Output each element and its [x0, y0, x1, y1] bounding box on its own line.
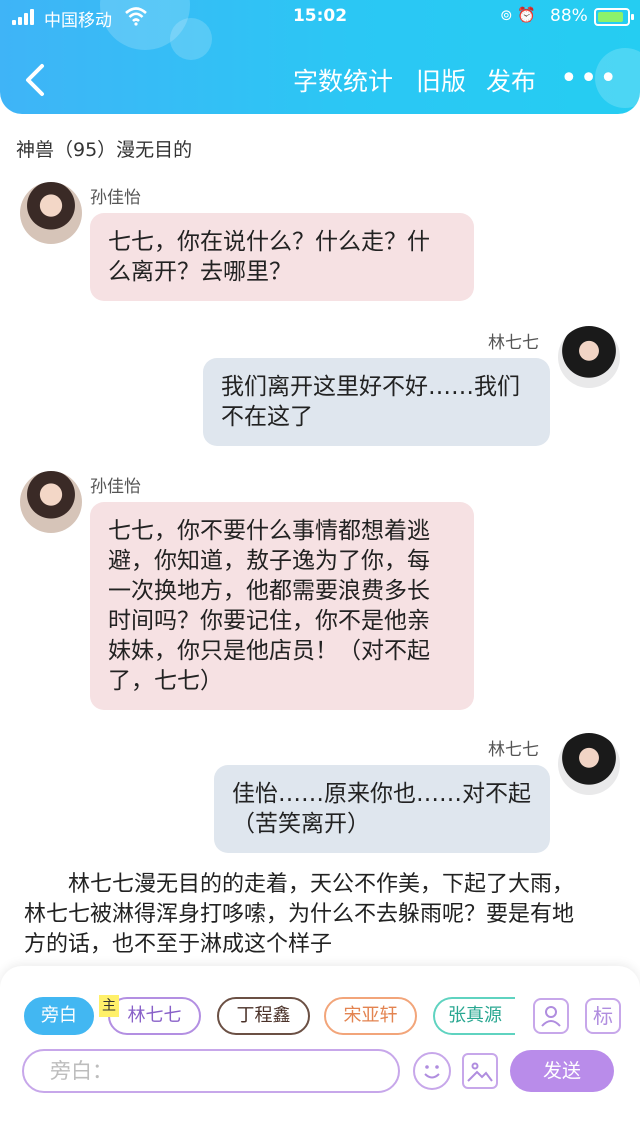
- person-icon: [541, 1006, 561, 1027]
- message-input[interactable]: 旁白：: [22, 1049, 400, 1093]
- message-line: 不在这了: [221, 404, 313, 430]
- chat-story-editor: 中国移动 15:02 ⊚ ⏰ 88% 字数统计 旧版 发布 ••• 神兽（95）…: [0, 0, 640, 1138]
- emoji-button[interactable]: [413, 1052, 451, 1090]
- message-bubble[interactable]: 我们离开这里好不好……我们 不在这了: [203, 358, 550, 446]
- role-chip-narrator[interactable]: 旁白: [24, 997, 94, 1035]
- battery-icon: [594, 8, 634, 26]
- message-line: 七七，你在说什么？什么走？什: [108, 229, 430, 255]
- message-line: 妹妹，你只是他店员！（对不起: [108, 638, 430, 664]
- sender-name: 孙佳怡: [90, 477, 141, 497]
- message-line: 七七，你不要什么事情都想着逃: [108, 518, 430, 544]
- message-line: 一次换地方，他都需要浪费多长: [108, 578, 430, 604]
- character-manage-button[interactable]: [533, 998, 569, 1034]
- message-line: 么离开？去哪里？: [108, 259, 292, 285]
- battery-percent: 88%: [550, 6, 588, 26]
- message-line: （苦笑离开）: [232, 811, 370, 837]
- alarm-icon: ⊚ ⏰: [500, 6, 537, 24]
- image-icon: [467, 1062, 493, 1082]
- smile-icon: [424, 1065, 440, 1079]
- message-line: 佳怡……原来你也……对不起: [232, 781, 531, 807]
- role-chip-zhang-zhenyuan[interactable]: 张真源: [433, 997, 515, 1035]
- sender-name: 林七七: [488, 333, 539, 353]
- message-bubble[interactable]: 七七，你不要什么事情都想着逃 避，你知道，敖子逸为了你，每 一次换地方，他都需要…: [90, 502, 474, 710]
- avatar[interactable]: [20, 471, 82, 533]
- back-button[interactable]: [20, 60, 50, 100]
- narration-text[interactable]: 林七七漫无目的的走着，天公不作美，下起了大雨，林七七被淋得浑身打哆嗦，为什么不去…: [24, 870, 584, 960]
- tag-button[interactable]: 标: [585, 998, 621, 1034]
- avatar[interactable]: [558, 326, 620, 388]
- sender-name: 林七七: [488, 740, 539, 760]
- word-count-button[interactable]: 字数统计: [293, 62, 393, 98]
- message-line: 我们离开这里好不好……我们: [221, 374, 520, 400]
- message-line: 了，七七）: [108, 668, 223, 694]
- role-chip-song-yaxuan[interactable]: 宋亚轩: [324, 997, 417, 1035]
- status-bar: 中国移动 15:02 ⊚ ⏰ 88%: [0, 0, 640, 34]
- message-bubble[interactable]: 七七，你在说什么？什么走？什 么离开？去哪里？: [90, 213, 474, 301]
- sender-name: 孙佳怡: [90, 188, 141, 208]
- old-version-button[interactable]: 旧版: [416, 62, 466, 98]
- message-bubble[interactable]: 佳怡……原来你也……对不起 （苦笑离开）: [214, 765, 550, 853]
- image-button[interactable]: [462, 1053, 498, 1089]
- message-line: 避，你知道，敖子逸为了你，每: [108, 548, 430, 574]
- page-title: 神兽（95）漫无目的: [16, 139, 193, 161]
- main-character-badge: 主: [99, 995, 119, 1017]
- avatar[interactable]: [20, 182, 82, 244]
- publish-button[interactable]: 发布: [486, 62, 536, 98]
- clock: 15:02: [292, 6, 348, 26]
- header-bar: 中国移动 15:02 ⊚ ⏰ 88% 字数统计 旧版 发布 •••: [0, 0, 640, 114]
- role-chip-ding-chengxin[interactable]: 丁程鑫: [217, 997, 310, 1035]
- send-button[interactable]: 发送: [510, 1050, 614, 1092]
- avatar[interactable]: [558, 733, 620, 795]
- more-button[interactable]: •••: [560, 64, 617, 94]
- role-chip-lin-qiqi[interactable]: 林七七: [108, 997, 201, 1035]
- message-line: 时间吗？你要记住，你不是他亲: [108, 608, 430, 634]
